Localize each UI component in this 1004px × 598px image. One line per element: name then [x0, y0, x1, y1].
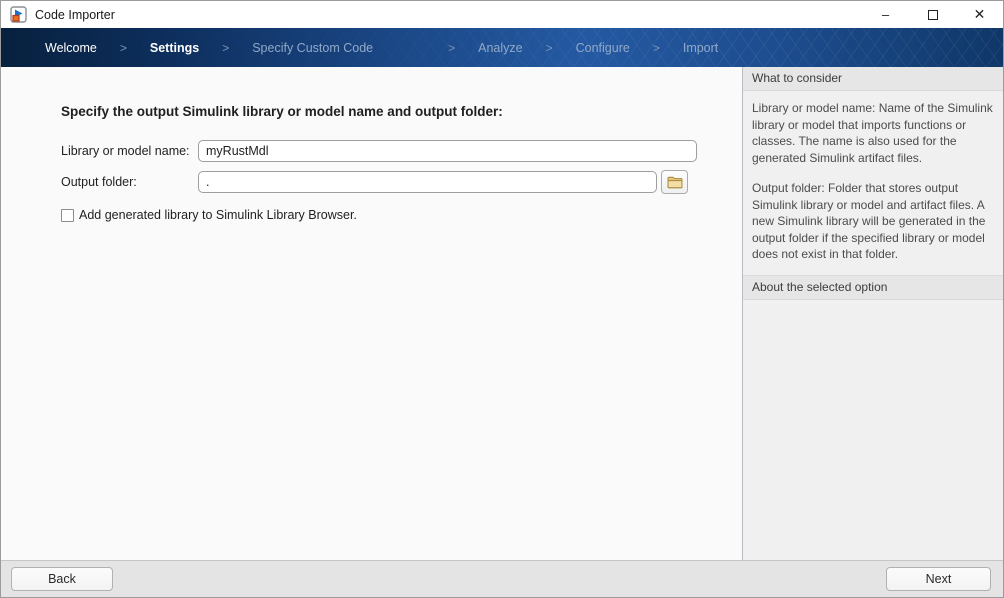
- add-library-checkbox[interactable]: [61, 209, 74, 222]
- breadcrumb-step-welcome[interactable]: Welcome: [45, 41, 97, 55]
- what-to-consider-header: What to consider: [743, 67, 1003, 91]
- close-icon: ✕: [974, 6, 986, 23]
- wizard-breadcrumb: Welcome > Settings > Specify Custom Code…: [1, 28, 1003, 67]
- what-to-consider-section: What to consider Library or model name: …: [743, 67, 1003, 275]
- maximize-icon: [928, 10, 938, 20]
- output-folder-label: Output folder:: [61, 175, 198, 189]
- maximize-button[interactable]: [909, 1, 956, 28]
- output-folder-input[interactable]: [198, 171, 657, 193]
- page-title: Specify the output Simulink library or m…: [61, 104, 742, 119]
- chevron-separator-icon: >: [120, 41, 127, 55]
- breadcrumb-step-configure: Configure: [576, 41, 630, 55]
- output-folder-row: Output folder:: [61, 170, 742, 194]
- library-name-row: Library or model name:: [61, 140, 742, 162]
- breadcrumb-step-analyze: Analyze: [478, 41, 522, 55]
- folder-icon: [667, 176, 683, 189]
- add-library-checkbox-label: Add generated library to Simulink Librar…: [79, 208, 357, 222]
- back-button[interactable]: Back: [11, 567, 113, 591]
- help-sidebar: What to consider Library or model name: …: [742, 67, 1003, 560]
- close-button[interactable]: ✕: [956, 1, 1003, 28]
- chevron-separator-icon: >: [222, 41, 229, 55]
- breadcrumb-step-settings[interactable]: Settings: [150, 41, 199, 55]
- minimize-button[interactable]: –: [862, 1, 909, 28]
- titlebar: Code Importer – ✕: [1, 1, 1003, 28]
- next-button[interactable]: Next: [886, 567, 991, 591]
- chevron-separator-icon: >: [546, 41, 553, 55]
- output-folder-help-text: Output folder: Folder that stores output…: [752, 180, 994, 263]
- library-name-input[interactable]: [198, 140, 697, 162]
- sidebar-empty-area: [743, 300, 1003, 561]
- minimize-icon: –: [882, 7, 889, 22]
- about-selected-option-header: About the selected option: [743, 275, 1003, 300]
- chevron-separator-icon: >: [448, 41, 455, 55]
- simulink-model-icon: [10, 6, 27, 23]
- breadcrumb-step-specify-custom-code: Specify Custom Code: [252, 41, 373, 55]
- window-controls: – ✕: [862, 1, 1003, 28]
- add-library-checkbox-row: Add generated library to Simulink Librar…: [61, 208, 742, 222]
- breadcrumb-step-import: Import: [683, 41, 718, 55]
- window-title: Code Importer: [35, 8, 862, 22]
- about-selected-option-section: About the selected option: [743, 275, 1003, 300]
- library-name-label: Library or model name:: [61, 144, 198, 158]
- chevron-separator-icon: >: [653, 41, 660, 55]
- library-name-help-text: Library or model name: Name of the Simul…: [752, 100, 994, 166]
- wizard-footer: Back Next: [1, 560, 1003, 597]
- main-panel: Specify the output Simulink library or m…: [1, 67, 742, 560]
- browse-folder-button[interactable]: [661, 170, 688, 194]
- code-importer-window: Code Importer – ✕ Welcome > Settings > S…: [0, 0, 1004, 598]
